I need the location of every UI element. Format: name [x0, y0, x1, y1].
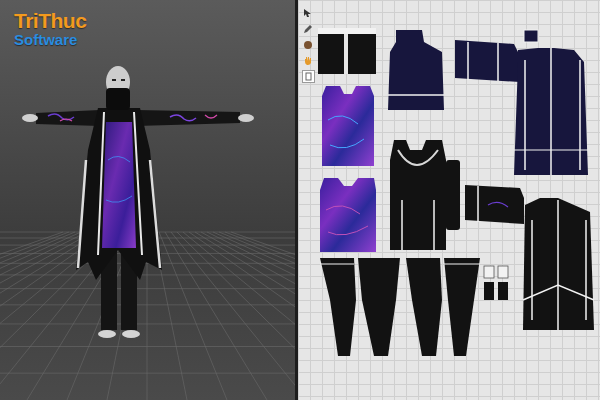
2d-pattern-window — [298, 0, 600, 400]
3d-scene[interactable] — [0, 0, 295, 400]
printed-back-piece[interactable] — [320, 178, 376, 252]
3d-viewport[interactable]: TriThucSoftware — [0, 0, 295, 400]
tool-button[interactable] — [302, 6, 315, 19]
tool-bar — [298, 0, 318, 400]
sleeve-piece-lower[interactable] — [465, 185, 524, 224]
pencil-icon — [303, 24, 313, 34]
placket-piece[interactable] — [446, 160, 460, 230]
tool-button[interactable] — [302, 22, 315, 35]
brush-icon — [303, 40, 313, 50]
hood-front-piece[interactable] — [390, 140, 446, 250]
jacket-front-piece[interactable] — [514, 48, 588, 175]
printed-front-piece[interactable] — [322, 86, 374, 166]
tool-button[interactable] — [302, 38, 315, 51]
avatar[interactable] — [22, 66, 254, 338]
small-pieces[interactable] — [484, 266, 508, 300]
hand-icon — [303, 56, 313, 66]
logo-tagline: Software — [14, 32, 295, 47]
tool-button[interactable] — [302, 54, 315, 67]
jacket-back-piece[interactable] — [523, 198, 594, 330]
arrow-icon — [303, 8, 313, 18]
logo-brand: TriThuc — [14, 10, 295, 31]
tool-button[interactable] — [302, 70, 315, 83]
app-window: TriThucSoftware — [0, 0, 600, 400]
pattern-icon — [304, 72, 313, 81]
logo: TriThucSoftware — [0, 0, 295, 47]
pants-pieces[interactable] — [320, 258, 480, 356]
dress-front-piece[interactable] — [388, 30, 444, 110]
cuff-piece[interactable] — [318, 28, 376, 74]
pattern-canvas[interactable] — [318, 0, 600, 400]
